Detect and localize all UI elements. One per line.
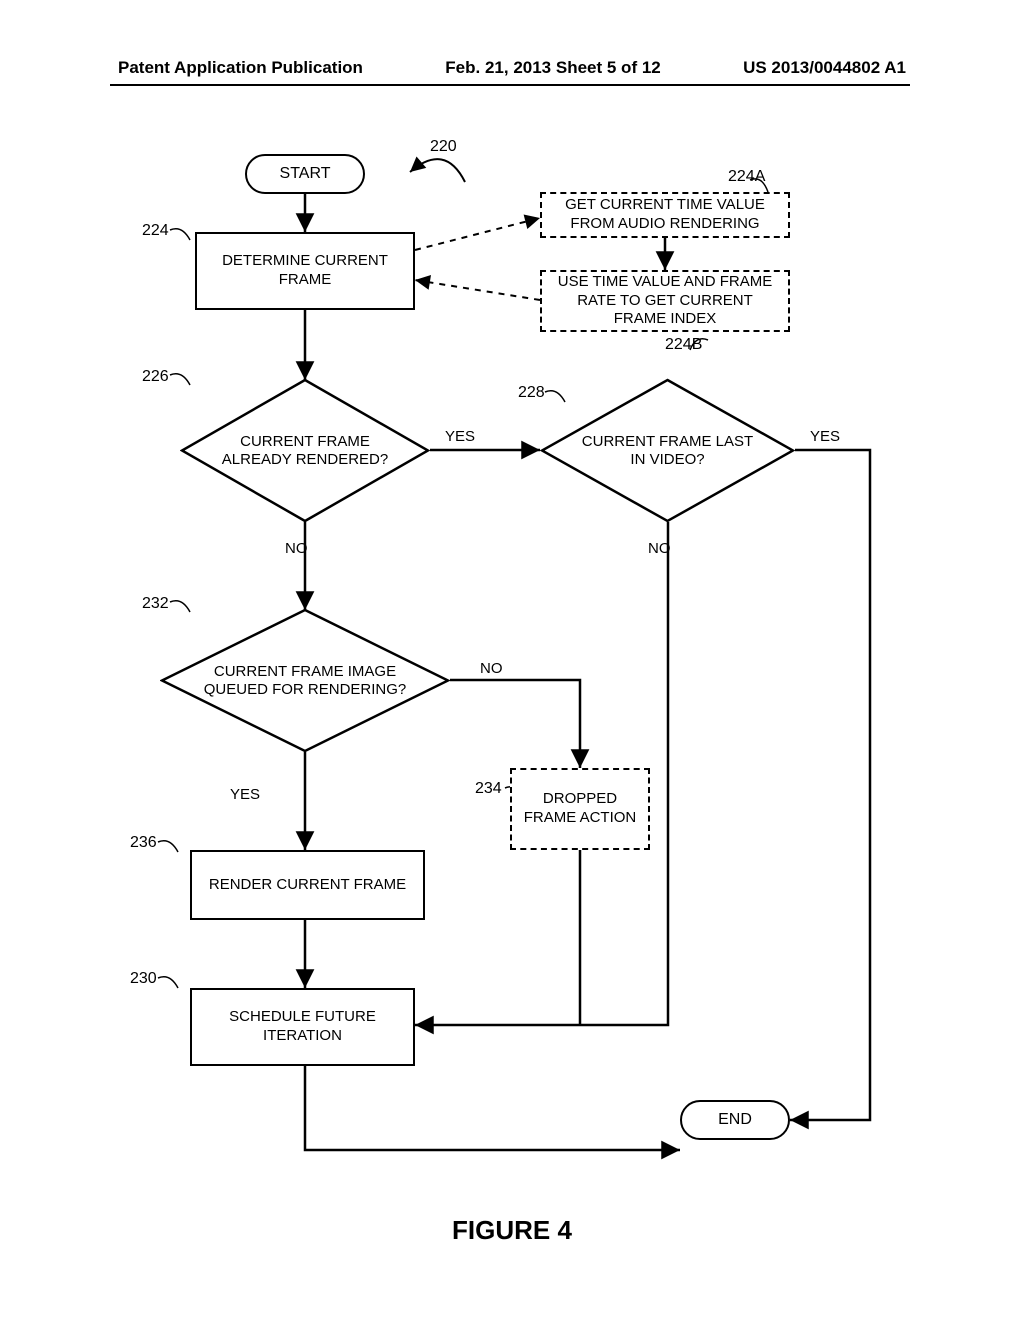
edge-228-no: NO (648, 540, 671, 557)
use-time-value-label: USE TIME VALUE AND FRAME RATE TO GET CUR… (552, 273, 778, 329)
edge-232-no: NO (480, 660, 503, 677)
dropped-frame-label: DROPPED FRAME ACTION (522, 790, 638, 828)
decision-queued-for-rendering: CURRENT FRAME IMAGE QUEUED FOR RENDERING… (160, 608, 450, 753)
edge-226-no: NO (285, 540, 308, 557)
determine-frame-label: DETERMINE CURRENT FRAME (207, 252, 403, 290)
end-label: END (718, 1110, 752, 1130)
ref-236: 236 (130, 834, 157, 852)
dec228-label: CURRENT FRAME LAST IN VIDEO? (578, 433, 758, 469)
ref-224A: 224A (728, 168, 765, 186)
ref-228: 228 (518, 384, 545, 402)
page: Patent Application Publication Feb. 21, … (0, 0, 1024, 1320)
edge-228-yes: YES (810, 428, 840, 445)
ref-234: 234 (475, 780, 502, 798)
decision-already-rendered: CURRENT FRAME ALREADY RENDERED? (180, 378, 430, 523)
ref-230: 230 (130, 970, 157, 988)
dec232-label: CURRENT FRAME IMAGE QUEUED FOR RENDERING… (200, 663, 410, 699)
render-frame-process: RENDER CURRENT FRAME (190, 850, 425, 920)
dec226-label: CURRENT FRAME ALREADY RENDERED? (220, 433, 390, 469)
ref-224: 224 (142, 222, 169, 240)
ref-220: 220 (430, 138, 457, 156)
header-center: Feb. 21, 2013 Sheet 5 of 12 (445, 58, 660, 78)
get-time-value-process: GET CURRENT TIME VALUE FROM AUDIO RENDER… (540, 192, 790, 238)
decision-last-in-video: CURRENT FRAME LAST IN VIDEO? (540, 378, 795, 523)
ref-224B: 224B (665, 336, 702, 354)
end-terminator: END (680, 1100, 790, 1140)
start-terminator: START (245, 154, 365, 194)
render-frame-label: RENDER CURRENT FRAME (209, 876, 406, 895)
header-left: Patent Application Publication (118, 58, 363, 78)
header-right: US 2013/0044802 A1 (743, 58, 906, 78)
ref-226: 226 (142, 368, 169, 386)
edge-226-yes: YES (445, 428, 475, 445)
schedule-iteration-label: SCHEDULE FUTURE ITERATION (202, 1008, 403, 1046)
page-header: Patent Application Publication Feb. 21, … (0, 58, 1024, 78)
edge-232-yes: YES (230, 786, 260, 803)
use-time-value-process: USE TIME VALUE AND FRAME RATE TO GET CUR… (540, 270, 790, 332)
schedule-iteration-process: SCHEDULE FUTURE ITERATION (190, 988, 415, 1066)
dropped-frame-process: DROPPED FRAME ACTION (510, 768, 650, 850)
get-time-value-label: GET CURRENT TIME VALUE FROM AUDIO RENDER… (552, 196, 778, 234)
header-rule (110, 84, 910, 86)
flowchart: START DETERMINE CURRENT FRAME GET CURREN… (110, 150, 910, 1200)
start-label: START (280, 164, 331, 184)
determine-frame-process: DETERMINE CURRENT FRAME (195, 232, 415, 310)
figure-caption: FIGURE 4 (0, 1215, 1024, 1246)
ref-232: 232 (142, 595, 169, 613)
